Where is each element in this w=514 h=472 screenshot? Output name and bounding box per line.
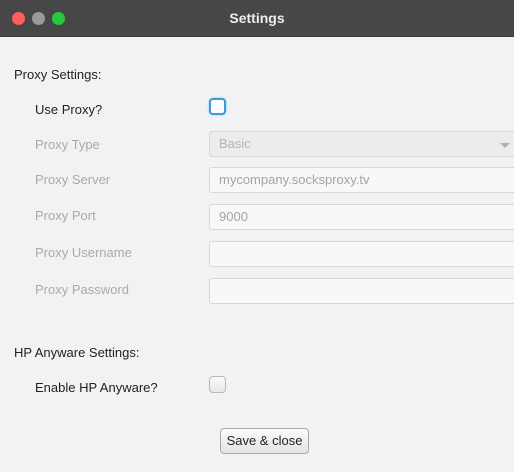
use-proxy-checkbox[interactable] [209,98,226,115]
proxy-settings-heading: Proxy Settings: [14,67,102,82]
enable-hp-anyware-checkbox[interactable] [209,376,226,393]
proxy-server-label: Proxy Server [35,172,111,187]
save-close-button[interactable]: Save & close [220,428,309,454]
proxy-username-input[interactable] [209,241,514,267]
proxy-password-label: Proxy Password [35,282,129,297]
proxy-type-value: Basic [219,136,251,151]
proxy-server-input[interactable]: mycompany.socksproxy.tv [209,167,514,193]
proxy-type-select[interactable]: Basic [209,131,514,157]
use-proxy-label: Use Proxy? [35,102,103,117]
proxy-username-label: Proxy Username [35,245,132,260]
settings-content: Proxy Settings: Use Proxy? Proxy Type Ba… [0,36,514,472]
proxy-password-input[interactable] [209,278,514,304]
proxy-type-label: Proxy Type [35,137,100,152]
hp-anyware-heading: HP Anyware Settings: [14,345,140,360]
settings-window: Settings Proxy Settings: Use Proxy? Prox… [0,0,514,472]
window-title: Settings [229,10,285,26]
proxy-port-label: Proxy Port [35,208,96,223]
title-bar: Settings [0,0,514,37]
proxy-port-input[interactable]: 9000 [209,204,514,230]
chevron-down-icon [500,143,510,148]
enable-hp-anyware-label: Enable HP Anyware? [35,380,158,395]
